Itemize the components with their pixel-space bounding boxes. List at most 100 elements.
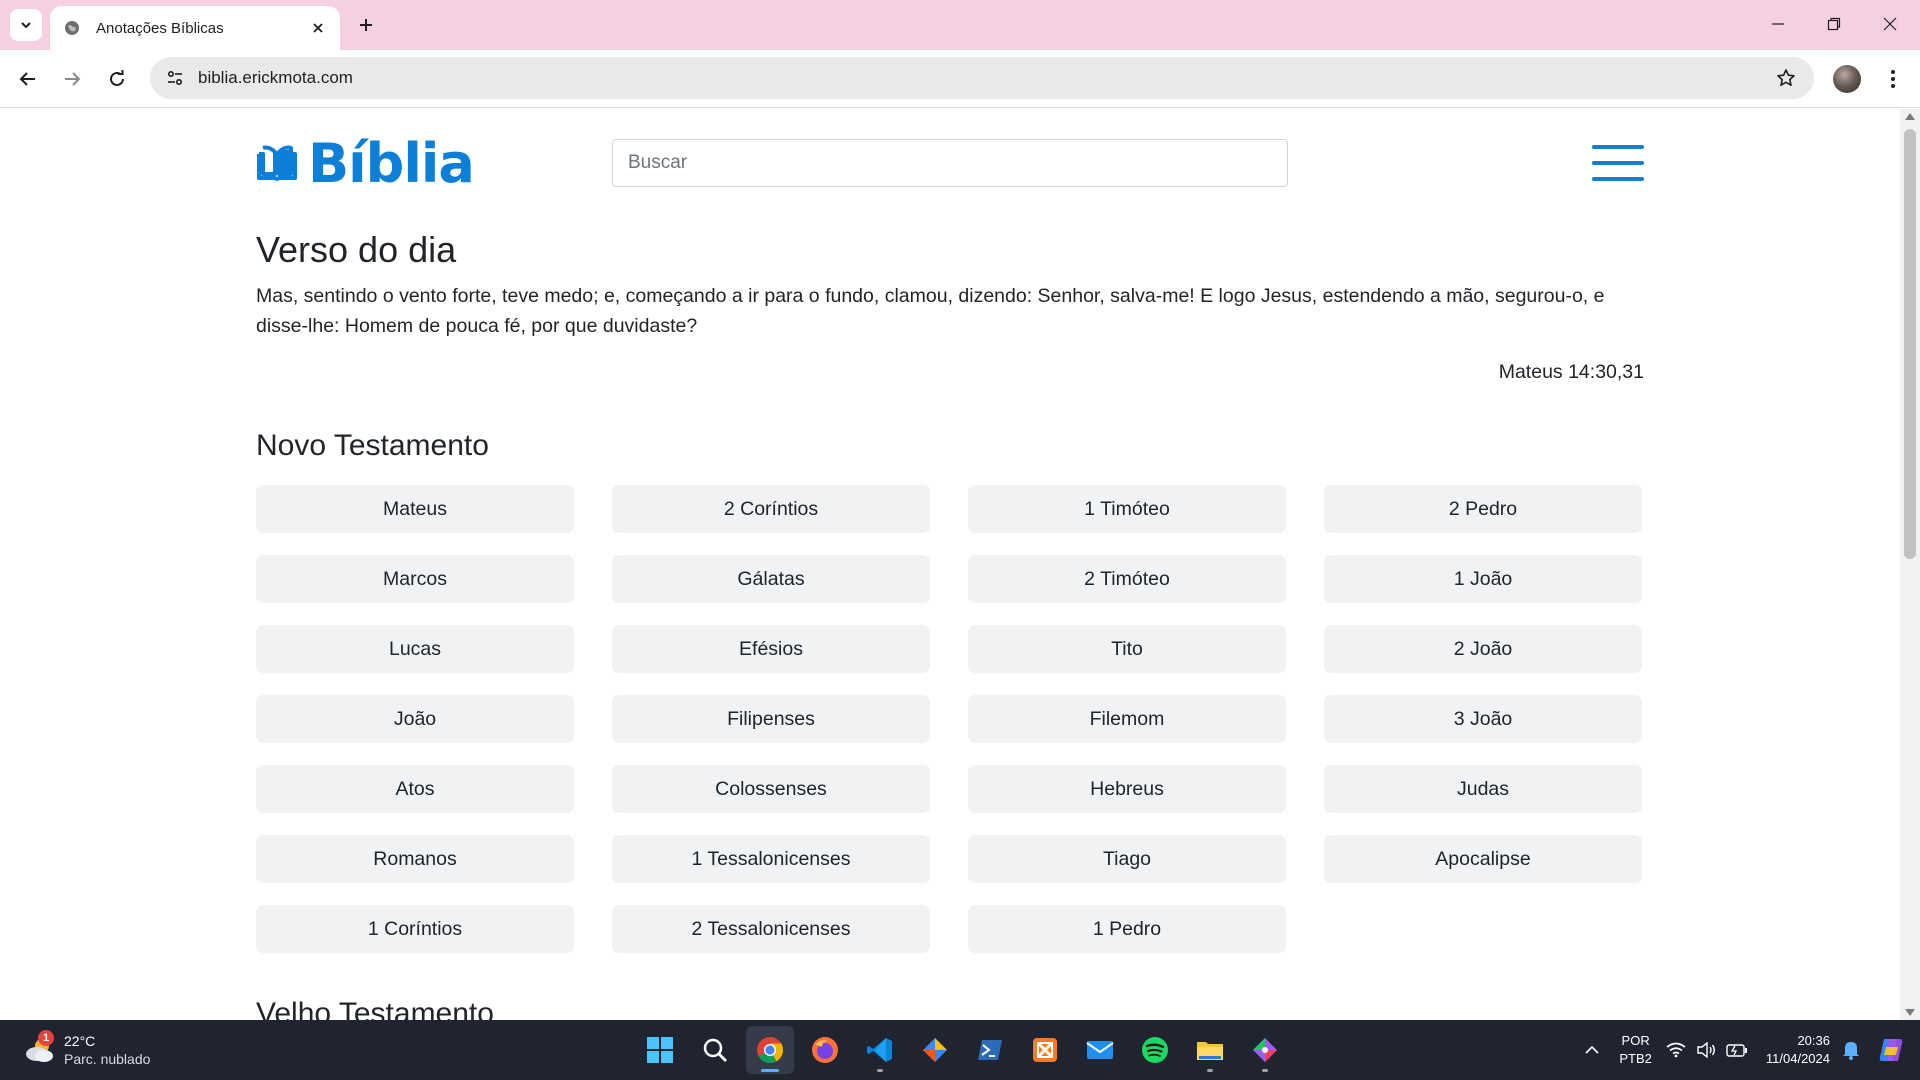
book-button[interactable]: Romanos <box>256 835 574 883</box>
bookmark-star-icon[interactable] <box>1766 58 1806 98</box>
weather-badge: 1 <box>38 1030 54 1046</box>
minimize-button[interactable] <box>1750 0 1806 48</box>
xampp-icon <box>1033 1038 1057 1062</box>
start-button[interactable] <box>636 1026 684 1074</box>
verse-of-day-reference: Mateus 14:30,31 <box>1498 361 1644 383</box>
new-tab-button[interactable] <box>352 11 380 39</box>
address-bar[interactable]: biblia.erickmota.com <box>150 57 1814 99</box>
weather-widget[interactable]: 1 22°C Parc. nublado <box>22 1028 150 1072</box>
back-button[interactable] <box>10 61 46 97</box>
git-client-taskbar-app[interactable] <box>1241 1026 1289 1074</box>
copilot-button[interactable] <box>1874 1033 1908 1067</box>
chrome-taskbar-app[interactable] <box>746 1026 794 1074</box>
browser-menu-button[interactable] <box>1880 61 1906 97</box>
old-testament-heading: Velho Testamento <box>256 997 494 1020</box>
firefox-icon <box>812 1037 838 1063</box>
book-button[interactable]: Lucas <box>256 625 574 673</box>
verse-of-day-heading: Verso do dia <box>256 229 457 270</box>
book-button[interactable]: Mateus <box>256 485 574 533</box>
new-testament-heading: Novo Testamento <box>256 429 489 462</box>
xampp-taskbar-app[interactable] <box>1021 1026 1069 1074</box>
git-tool-taskbar-app[interactable] <box>911 1026 959 1074</box>
windows-logo-icon <box>647 1037 673 1063</box>
menu-toggle-button[interactable] <box>1592 143 1644 183</box>
mail-icon <box>1086 1041 1114 1059</box>
running-indicator <box>1207 1069 1213 1072</box>
restore-button[interactable] <box>1806 0 1862 48</box>
running-indicator <box>877 1069 883 1072</box>
mail-taskbar-app[interactable] <box>1076 1026 1124 1074</box>
scroll-down-arrow-icon[interactable] <box>1905 1009 1915 1016</box>
site-logo[interactable]: Bíblia <box>256 132 475 195</box>
book-button[interactable]: 2 Timóteo <box>968 555 1286 603</box>
book-button[interactable]: Hebreus <box>968 765 1286 813</box>
wifi-icon <box>1666 1042 1686 1058</box>
forward-button[interactable] <box>54 61 90 97</box>
book-button[interactable]: 1 João <box>1324 555 1642 603</box>
tab-active[interactable]: Anotações Bíblicas <box>50 6 340 50</box>
taskbar-apps <box>636 1026 1289 1074</box>
chevron-up-icon <box>1585 1045 1599 1054</box>
taskbar-search-button[interactable] <box>691 1026 739 1074</box>
book-button[interactable]: Filemom <box>968 695 1286 743</box>
book-button[interactable]: Tiago <box>968 835 1286 883</box>
book-button[interactable]: Judas <box>1324 765 1642 813</box>
powershell-taskbar-app[interactable] <box>966 1026 1014 1074</box>
clock[interactable]: 20:36 11/04/2024 <box>1766 1032 1830 1068</box>
vscode-icon <box>867 1038 892 1062</box>
copilot-icon <box>1879 1039 1903 1061</box>
book-button[interactable]: Gálatas <box>612 555 930 603</box>
arrow-left-icon <box>19 72 35 86</box>
chevron-down-icon <box>21 22 31 29</box>
book-button[interactable]: 3 João <box>1324 695 1642 743</box>
close-window-button[interactable] <box>1862 0 1918 48</box>
book-button[interactable]: Colossenses <box>612 765 930 813</box>
page-scrollbar[interactable] <box>1900 109 1920 1020</box>
browser-toolbar: biblia.erickmota.com <box>0 50 1920 108</box>
clock-date: 11/04/2024 <box>1765 1051 1830 1066</box>
arrow-right-icon <box>65 72 81 86</box>
bell-icon <box>1843 1042 1859 1060</box>
firefox-taskbar-app[interactable] <box>801 1026 849 1074</box>
book-button[interactable]: 2 Coríntios <box>612 485 930 533</box>
book-button[interactable]: Efésios <box>612 625 930 673</box>
profile-avatar[interactable] <box>1833 65 1861 93</box>
system-tray: POR PTB2 20:36 11/04/2024 <box>1577 1020 1920 1080</box>
spotify-taskbar-app[interactable] <box>1131 1026 1179 1074</box>
tab-search-button[interactable] <box>10 9 42 41</box>
clock-time: 20:36 <box>1797 1033 1830 1048</box>
book-button[interactable]: 2 Pedro <box>1324 485 1642 533</box>
book-button[interactable]: 2 João <box>1324 625 1642 673</box>
book-button[interactable]: Filipenses <box>612 695 930 743</box>
book-button[interactable]: Tito <box>968 625 1286 673</box>
vscode-taskbar-app[interactable] <box>856 1026 904 1074</box>
search-input[interactable] <box>612 139 1288 187</box>
book-button[interactable]: 1 Pedro <box>968 905 1286 953</box>
battery-icon <box>1726 1044 1747 1057</box>
book-button[interactable]: 1 Tessalonicenses <box>612 835 930 883</box>
close-icon <box>1883 17 1897 31</box>
book-button[interactable]: 1 Timóteo <box>968 485 1286 533</box>
scroll-up-arrow-icon[interactable] <box>1905 113 1915 120</box>
book-button[interactable]: Apocalipse <box>1324 835 1642 883</box>
book-button[interactable]: João <box>256 695 574 743</box>
notifications-button[interactable] <box>1842 1040 1860 1060</box>
language-indicator[interactable]: POR PTB2 <box>1619 1032 1652 1068</box>
quick-settings-button[interactable] <box>1666 1042 1748 1058</box>
book-button[interactable]: Atos <box>256 765 574 813</box>
show-hidden-icons-button[interactable] <box>1577 1045 1607 1055</box>
reload-button[interactable] <box>99 61 135 97</box>
open-book-icon <box>257 145 297 181</box>
scrollbar-thumb[interactable] <box>1904 129 1916 559</box>
chrome-icon <box>757 1037 784 1064</box>
site-info-icon[interactable] <box>154 57 196 99</box>
plus-icon <box>360 19 372 31</box>
book-button[interactable]: 2 Tessalonicenses <box>612 905 930 953</box>
book-button[interactable]: Marcos <box>256 555 574 603</box>
close-tab-icon[interactable] <box>308 18 328 38</box>
url-text[interactable]: biblia.erickmota.com <box>198 68 1766 88</box>
active-indicator <box>761 1069 779 1072</box>
file-explorer-taskbar-app[interactable] <box>1186 1026 1234 1074</box>
book-button[interactable]: 1 Coríntios <box>256 905 574 953</box>
terminal-icon <box>978 1040 1002 1060</box>
